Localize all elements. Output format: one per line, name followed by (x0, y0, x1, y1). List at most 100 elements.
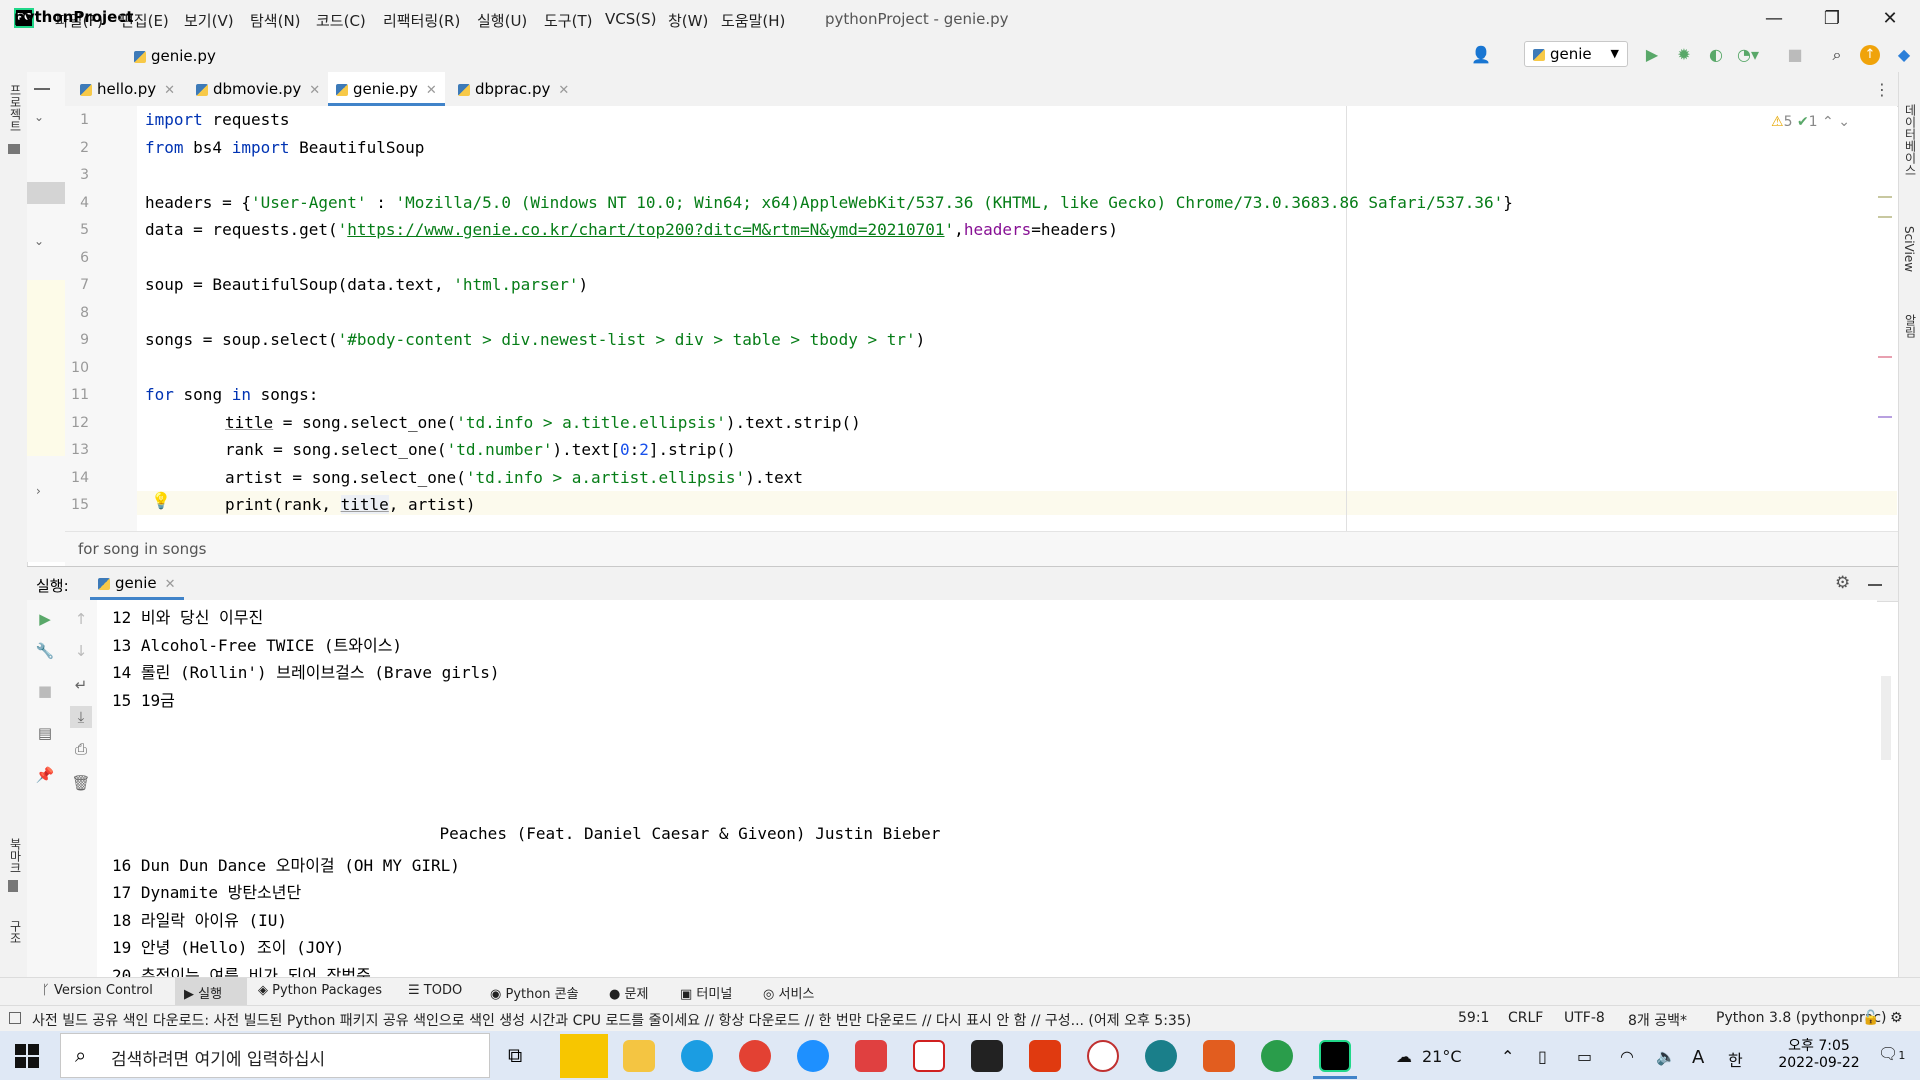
close-icon[interactable]: ✕ (165, 577, 176, 592)
notifications-tool-button[interactable]: 알림 (1902, 314, 1919, 338)
profile-icon[interactable]: ◔▾ (1737, 44, 1759, 66)
maximize-button[interactable]: ❐ (1804, 4, 1860, 34)
layout-icon[interactable]: ▤ (34, 722, 56, 744)
search-icon[interactable]: ⌕ (1826, 44, 1848, 66)
rerun-icon[interactable]: ▶ (34, 608, 56, 630)
close-icon[interactable]: ✕ (426, 83, 437, 98)
more-options-icon[interactable]: ⋮ (1874, 80, 1890, 99)
wrench-icon[interactable]: 🔧 (34, 640, 56, 662)
pin-icon[interactable]: 📌 (34, 764, 56, 786)
battery-icon[interactable]: ▭ (1577, 1047, 1592, 1066)
stop-icon[interactable]: ■ (34, 680, 56, 702)
tool-version-control[interactable]: ᚴ Version Control (42, 983, 153, 998)
menu-code[interactable]: 코드(C) (316, 10, 366, 31)
inspection-widget[interactable]: ⚠5 ✔1 ⌃ ⌄ (1771, 114, 1850, 130)
tool-python-console[interactable]: ◉ Python 콘솔 (490, 983, 579, 1002)
sticky-notes-icon[interactable] (971, 1040, 1003, 1072)
chrome-profile-icon[interactable] (1261, 1040, 1293, 1072)
taskbar-search-box[interactable]: ⌕ 검색하려면 여기에 입력하십시 (60, 1033, 490, 1078)
run-console[interactable] (97, 600, 1877, 977)
memory-indicator-icon[interactable]: ⚙ (1890, 1010, 1903, 1026)
hide-panel-icon[interactable] (1868, 584, 1882, 586)
project-tree-selection[interactable] (27, 182, 65, 204)
lightbulb-icon[interactable]: 💡 (151, 491, 171, 510)
notification-center-icon[interactable]: 🗨1 (1878, 1044, 1905, 1063)
menu-navigate[interactable]: 탐색(N) (250, 10, 301, 31)
console-scrollbar[interactable] (1881, 676, 1891, 760)
chevron-down-icon[interactable]: ⌄ (34, 234, 44, 248)
sciview-tool-button[interactable]: SciView (1902, 226, 1916, 272)
tool-python-packages[interactable]: ◈ Python Packages (258, 983, 382, 998)
weather-temp[interactable]: 21°C (1422, 1047, 1462, 1066)
status-interpreter[interactable]: Python 3.8 (pythonprac) (1716, 1010, 1887, 1026)
coverage-icon[interactable]: ◐ (1705, 44, 1727, 66)
tab-dbmovie-py[interactable]: dbmovie.py ✕ (188, 72, 328, 106)
status-caret-position[interactable]: 59:1 (1458, 1010, 1489, 1026)
kakaotalk-app-icon[interactable] (560, 1034, 608, 1078)
windows-start-icon[interactable] (14, 1043, 40, 1069)
volume-icon[interactable]: 🔈 (1656, 1047, 1676, 1066)
project-tool-button[interactable]: 프로젝트 (7, 84, 24, 132)
clock[interactable]: 오후 7:05 2022-09-22 (1776, 1035, 1862, 1071)
menu-window[interactable]: 창(W) (668, 10, 708, 31)
minimize-button[interactable]: — (1746, 4, 1802, 34)
arrow-up-icon[interactable]: ↑ (70, 608, 92, 630)
menu-refactor[interactable]: 리팩터링(R) (383, 10, 460, 31)
structure-tool-button[interactable]: 구조 (7, 920, 24, 944)
menu-tools[interactable]: 도구(T) (544, 10, 592, 31)
weather-icon[interactable]: ☁ (1396, 1047, 1412, 1066)
tab-dbprac-py[interactable]: dbprac.py ✕ (450, 72, 577, 106)
close-icon[interactable]: ✕ (164, 83, 175, 98)
orange-app-icon[interactable] (1203, 1040, 1235, 1072)
sync-app-icon[interactable] (855, 1040, 887, 1072)
lock-icon[interactable]: 🔓 (1862, 1010, 1879, 1026)
chevron-down-icon[interactable]: ⌄ (1838, 114, 1850, 130)
status-line-separator[interactable]: CRLF (1508, 1010, 1543, 1026)
close-button[interactable]: ✕ (1862, 4, 1918, 34)
status-toggle-icon[interactable] (9, 1012, 21, 1024)
chevron-right-icon[interactable]: › (36, 484, 41, 498)
tab-hello-py[interactable]: hello.py ✕ (72, 72, 183, 106)
close-icon[interactable]: ✕ (558, 83, 569, 98)
debug-icon[interactable]: ✹ (1673, 44, 1695, 66)
menu-help[interactable]: 도움말(H) (721, 10, 785, 31)
device-icon[interactable]: ▯ (1538, 1047, 1547, 1066)
ime-mode-a[interactable]: A (1692, 1047, 1704, 1068)
chevron-up-icon[interactable]: ⌃ (1822, 114, 1834, 130)
breadcrumb-file[interactable]: genie.py (134, 47, 216, 65)
jetbrains-icon[interactable]: ◆ (1893, 44, 1915, 66)
soft-wrap-icon[interactable]: ↵ (70, 674, 92, 696)
trash-icon[interactable]: 🗑 (70, 772, 92, 794)
run-tab-genie[interactable]: genie ✕ (90, 566, 184, 600)
snipping-tool-icon[interactable] (1087, 1040, 1119, 1072)
tool-services[interactable]: ◎ 서비스 (763, 983, 814, 1002)
tab-genie-py[interactable]: genie.py ✕ (328, 72, 445, 106)
tool-problems[interactable]: ● 문제 (609, 983, 648, 1002)
collapse-panel-icon[interactable] (34, 88, 50, 90)
tool-run[interactable]: ▶ 실행 (184, 983, 222, 1002)
close-icon[interactable]: ✕ (309, 83, 320, 98)
arrow-down-icon[interactable]: ↓ (70, 640, 92, 662)
menu-view[interactable]: 보기(V) (184, 10, 234, 31)
acrobat-icon[interactable] (913, 1040, 945, 1072)
run-config-select[interactable]: genie ▼ (1524, 41, 1628, 67)
edge-browser-icon[interactable] (681, 1040, 713, 1072)
tool-terminal[interactable]: ▣ 터미널 (680, 983, 732, 1002)
file-explorer-icon[interactable] (623, 1040, 655, 1072)
pycharm-taskbar-icon[interactable] (1319, 1040, 1351, 1072)
breadcrumb-project[interactable]: pythonProject (14, 8, 133, 26)
status-indent[interactable]: 8개 공백* (1628, 1010, 1687, 1030)
menu-vcs[interactable]: VCS(S) (605, 10, 656, 28)
status-message[interactable]: 사전 빌드 공유 색인 다운로드: 사전 빌드된 Python 패키지 공유 색… (32, 1010, 1352, 1030)
chevron-down-icon[interactable]: ⌄ (34, 110, 44, 124)
stop-icon[interactable]: ■ (1784, 44, 1806, 66)
internet-explorer-icon[interactable] (797, 1040, 829, 1072)
settings-gear-icon[interactable]: ⚙ (1835, 573, 1850, 593)
task-view-icon[interactable]: ⧉ (508, 1043, 522, 1067)
code-breadcrumb[interactable]: for song in songs (78, 540, 206, 558)
user-icon[interactable]: 👤▾ (1470, 44, 1492, 86)
scroll-to-end-icon[interactable]: ⤓ (70, 706, 92, 728)
tray-overflow-icon[interactable]: ⌃ (1501, 1047, 1514, 1066)
print-icon[interactable]: ⎙ (70, 738, 92, 760)
ime-mode-han[interactable]: 한 (1728, 1047, 1743, 1071)
